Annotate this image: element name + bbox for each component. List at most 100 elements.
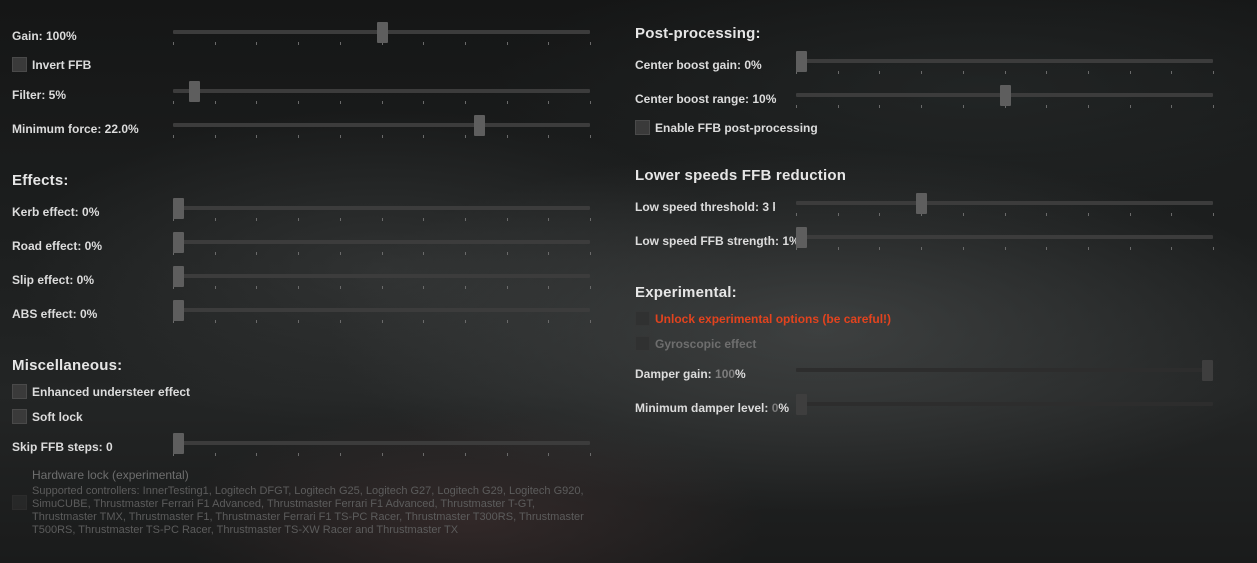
slider-tick <box>298 135 299 138</box>
slider-thumb[interactable] <box>189 81 200 102</box>
slider-tick <box>879 213 880 216</box>
low-speed-threshold-slider[interactable] <box>796 193 1214 217</box>
slider-thumb[interactable] <box>173 300 184 321</box>
miscellaneous-heading: Miscellaneous: <box>12 357 123 374</box>
slider-track[interactable] <box>173 274 590 278</box>
gyroscopic-effect-checkbox[interactable] <box>635 336 650 351</box>
gain-label: Gain: 100% <box>12 29 77 43</box>
slider-tick <box>215 252 216 255</box>
slider-tick <box>507 286 508 289</box>
slider-track[interactable] <box>796 201 1213 205</box>
slider-track[interactable] <box>173 123 590 127</box>
slider-tick <box>382 135 383 138</box>
slider-tick <box>298 286 299 289</box>
abs-effect-label: ABS effect: 0% <box>12 307 98 321</box>
slider-tick <box>879 247 880 250</box>
slider-thumb[interactable] <box>796 51 807 72</box>
center-boost-range-slider[interactable] <box>796 85 1214 109</box>
slider-thumb[interactable] <box>377 22 388 43</box>
slider-tick <box>340 135 341 138</box>
slider-track[interactable] <box>173 308 590 312</box>
minimum-damper-level-slider[interactable] <box>796 394 1213 418</box>
slider-thumb[interactable] <box>796 394 807 415</box>
slider-track[interactable] <box>173 240 590 244</box>
slider-thumb[interactable] <box>796 227 807 248</box>
slider-tick <box>1005 247 1006 250</box>
enable-post-processing-label: Enable FFB post-processing <box>655 121 818 135</box>
center-boost-gain-slider[interactable] <box>796 51 1214 75</box>
hardware-lock-checkbox[interactable] <box>12 495 27 510</box>
slider-thumb[interactable] <box>173 266 184 287</box>
slider-tick <box>1088 247 1089 250</box>
slider-tick <box>215 42 216 45</box>
slider-tick <box>838 105 839 108</box>
effects-heading: Effects: <box>12 172 69 189</box>
slider-tick <box>838 213 839 216</box>
abs-effect-slider[interactable] <box>173 300 591 324</box>
slider-tick <box>1005 213 1006 216</box>
slider-thumb[interactable] <box>173 433 184 454</box>
slider-tick <box>423 286 424 289</box>
road-effect-label: Road effect: 0% <box>12 239 103 253</box>
soft-lock-checkbox[interactable] <box>12 409 27 424</box>
slider-track[interactable] <box>796 59 1213 63</box>
slider-tick <box>590 320 591 323</box>
slider-thumb[interactable] <box>1202 360 1213 381</box>
slider-track[interactable] <box>796 402 1213 406</box>
kerb-effect-slider[interactable] <box>173 198 591 222</box>
slider-tick <box>548 101 549 104</box>
road-effect-slider[interactable] <box>173 232 591 256</box>
slider-track[interactable] <box>796 235 1213 239</box>
slider-tick <box>1171 247 1172 250</box>
slider-tick <box>256 101 257 104</box>
slider-track[interactable] <box>796 368 1213 372</box>
slider-tick <box>382 101 383 104</box>
slider-tick <box>1005 71 1006 74</box>
slider-tick <box>796 105 797 108</box>
slider-track[interactable] <box>173 89 590 93</box>
slider-thumb[interactable] <box>1000 85 1011 106</box>
slider-tick <box>298 42 299 45</box>
low-speed-strength-slider[interactable] <box>796 227 1214 251</box>
slider-thumb[interactable] <box>916 193 927 214</box>
soft-lock-label: Soft lock <box>32 410 83 424</box>
slider-tick <box>423 320 424 323</box>
slider-thumb[interactable] <box>173 232 184 253</box>
slider-tick <box>548 42 549 45</box>
post-processing-heading: Post-processing: <box>635 25 761 42</box>
gain-slider[interactable] <box>173 22 591 46</box>
low-speed-strength-label: Low speed FFB strength: 1% <box>635 234 800 248</box>
skip-ffb-steps-slider[interactable] <box>173 433 591 457</box>
damper-gain-label-prefix: Damper gain: <box>635 367 716 381</box>
slider-tick <box>298 320 299 323</box>
gyroscopic-effect-label: Gyroscopic effect <box>655 337 757 351</box>
slider-tick <box>215 286 216 289</box>
enhanced-understeer-checkbox[interactable] <box>12 384 27 399</box>
slider-tick <box>215 218 216 221</box>
slider-tick <box>963 213 964 216</box>
slider-tick <box>548 320 549 323</box>
slider-tick <box>1171 105 1172 108</box>
slip-effect-slider[interactable] <box>173 266 591 290</box>
slider-thumb[interactable] <box>474 115 485 136</box>
enable-post-processing-checkbox[interactable] <box>635 120 650 135</box>
slider-tick <box>423 252 424 255</box>
slider-tick <box>507 320 508 323</box>
slider-track[interactable] <box>173 206 590 210</box>
invert-ffb-checkbox[interactable] <box>12 57 27 72</box>
slider-thumb[interactable] <box>173 198 184 219</box>
filter-slider[interactable] <box>173 81 591 105</box>
minimum-force-slider[interactable] <box>173 115 591 139</box>
slider-tick <box>465 218 466 221</box>
slider-tick <box>256 218 257 221</box>
slider-tick <box>1046 71 1047 74</box>
damper-gain-slider[interactable] <box>796 360 1213 384</box>
slider-track[interactable] <box>173 441 590 445</box>
unlock-experimental-checkbox[interactable] <box>635 311 650 326</box>
damper-gain-label: Damper gain: 100% <box>635 367 746 381</box>
slider-tick <box>465 252 466 255</box>
slider-tick <box>1088 213 1089 216</box>
slider-tick <box>963 71 964 74</box>
damper-gain-label-suffix: % <box>735 367 746 381</box>
slider-tick <box>590 286 591 289</box>
